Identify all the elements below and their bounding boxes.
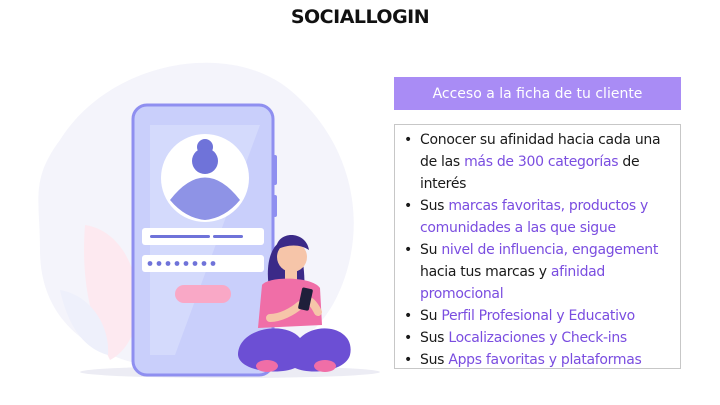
list-item: Conocer su afinidad hacia cada una de la…: [401, 129, 674, 195]
list-item: Su nivel de influencia, engagement hacia…: [401, 239, 674, 305]
features-list: Conocer su afinidad hacia cada una de la…: [394, 124, 681, 371]
list-item: Su Perfil Profesional y Educativo: [401, 305, 674, 327]
section-header: Acceso a la ficha de tu cliente: [394, 77, 681, 110]
list-item: Sus Localizaciones y Check-ins: [401, 327, 674, 349]
list-item: Sus Apps favoritas y plataformas: [401, 349, 674, 371]
page-title: SOCIALLOGIN: [290, 6, 430, 28]
list-item: Sus marcas favoritas, productos y comuni…: [401, 195, 674, 239]
login-illustration: [38, 62, 380, 378]
user-avatar-icon: [161, 134, 249, 222]
